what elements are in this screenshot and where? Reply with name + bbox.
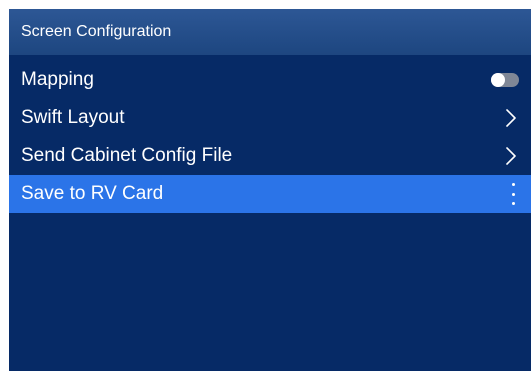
- toggle-knob: [491, 73, 505, 87]
- menu-item-label: Save to RV Card: [21, 183, 164, 204]
- chevron-right-icon: [503, 146, 519, 166]
- kebab-dot: [511, 202, 515, 205]
- menu-item-label: Send Cabinet Config File: [21, 145, 233, 166]
- menu-item-send-cabinet-config-file[interactable]: Send Cabinet Config File: [9, 137, 531, 175]
- screen-configuration-panel: Screen Configuration Mapping Swift Layou…: [9, 9, 531, 371]
- menu-item-mapping[interactable]: Mapping: [9, 61, 531, 99]
- kebab-dot: [511, 192, 515, 196]
- menu-item-swift-layout[interactable]: Swift Layout: [9, 99, 531, 137]
- chevron-right-icon: [503, 108, 519, 128]
- menu-item-label: Swift Layout: [21, 107, 125, 128]
- more-vertical-icon[interactable]: [507, 182, 519, 206]
- page-title: Screen Configuration: [9, 9, 531, 55]
- mapping-toggle[interactable]: [491, 73, 519, 87]
- settings-menu: Mapping Swift Layout Send Cabinet Config…: [9, 61, 531, 213]
- menu-item-label: Mapping: [21, 69, 94, 90]
- menu-item-save-to-rv-card[interactable]: Save to RV Card: [9, 175, 531, 213]
- kebab-dot: [511, 183, 515, 186]
